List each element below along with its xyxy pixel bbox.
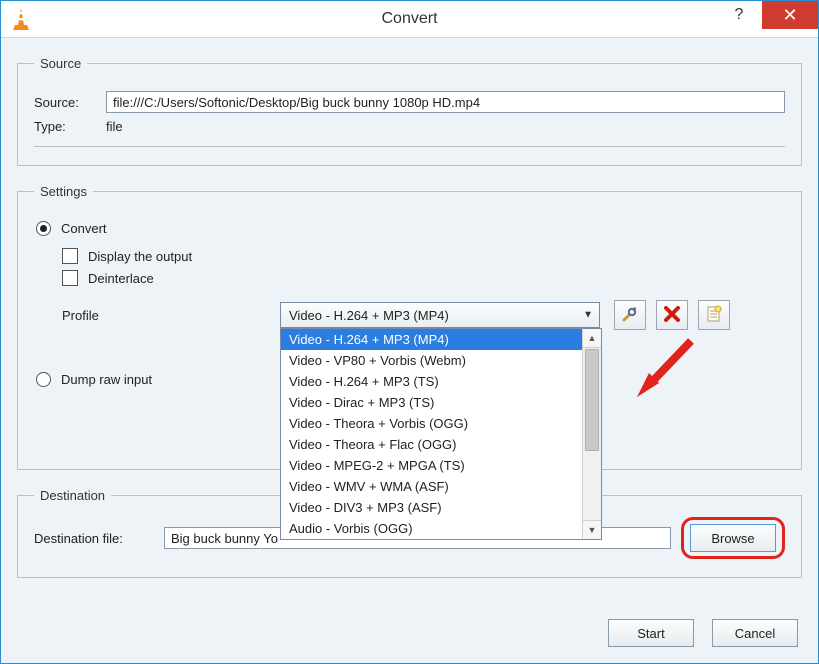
close-button[interactable]: ✕ [762,1,818,29]
profile-dropdown: Video - H.264 + MP3 (MP4)Video - VP80 + … [280,328,602,540]
profile-option[interactable]: Video - DIV3 + MP3 (ASF) [281,497,582,518]
profile-tool-buttons [614,300,730,330]
browse-button[interactable]: Browse [690,524,776,552]
dump-raw-radio[interactable] [36,372,51,387]
type-label: Type: [34,119,106,134]
scroll-down-button[interactable]: ▼ [583,520,601,539]
settings-group: Settings Convert Display the output Dein… [17,184,802,470]
titlebar: Convert ? ✕ [1,1,818,38]
wrench-icon [621,305,639,326]
new-profile-button[interactable] [698,300,730,330]
source-legend: Source [34,56,87,71]
display-output-checkbox[interactable] [62,248,78,264]
dialog-footer: Start Cancel [608,619,798,647]
convert-radio[interactable] [36,221,51,236]
delete-profile-button[interactable] [656,300,688,330]
profile-option[interactable]: Video - WMV + WMA (ASF) [281,476,582,497]
window-title: Convert [1,10,818,28]
profile-option[interactable]: Video - Dirac + MP3 (TS) [281,392,582,413]
profile-option[interactable]: Audio - Vorbis (OGG) [281,518,582,539]
profile-combo[interactable]: Video - H.264 + MP3 (MP4) ▼ Video - H.26… [280,302,600,328]
deinterlace-checkbox[interactable] [62,270,78,286]
window-buttons: ? ✕ [716,1,818,37]
profile-option[interactable]: Video - VP80 + Vorbis (Webm) [281,350,582,371]
destination-file-label: Destination file: [34,531,154,546]
convert-dialog: Convert ? ✕ Source Source: Type: file Se… [0,0,819,664]
source-input[interactable] [106,91,785,113]
deinterlace-label: Deinterlace [88,271,154,286]
destination-legend: Destination [34,488,111,503]
profile-option[interactable]: Video - H.264 + MP3 (TS) [281,371,582,392]
vlc-cone-icon [11,7,31,31]
profile-label: Profile [62,308,280,323]
profile-selected-value: Video - H.264 + MP3 (MP4) [289,308,449,323]
profile-option-list: Video - H.264 + MP3 (MP4)Video - VP80 + … [281,329,582,539]
browse-highlight-annotation: Browse [681,517,785,559]
help-button[interactable]: ? [716,1,762,29]
new-document-icon [705,305,723,326]
dropdown-scrollbar[interactable]: ▲ ▼ [582,329,601,539]
edit-profile-button[interactable] [614,300,646,330]
profile-combo-box[interactable]: Video - H.264 + MP3 (MP4) ▼ [280,302,600,328]
profile-option[interactable]: Video - MPEG-2 + MPGA (TS) [281,455,582,476]
scroll-up-button[interactable]: ▲ [583,329,601,348]
scroll-thumb[interactable] [585,349,599,451]
divider [34,146,785,147]
start-button[interactable]: Start [608,619,694,647]
display-output-label: Display the output [88,249,192,264]
cancel-button[interactable]: Cancel [712,619,798,647]
dump-raw-label: Dump raw input [61,372,152,387]
profile-option[interactable]: Video - Theora + Flac (OGG) [281,434,582,455]
type-value: file [106,119,123,134]
chevron-down-icon: ▼ [583,310,593,321]
source-group: Source Source: Type: file [17,56,802,166]
source-label: Source: [34,95,106,110]
profile-option[interactable]: Video - H.264 + MP3 (MP4) [281,329,582,350]
settings-legend: Settings [34,184,93,199]
profile-option[interactable]: Video - Theora + Vorbis (OGG) [281,413,582,434]
delete-x-icon [663,305,681,326]
convert-radio-label: Convert [61,221,107,236]
